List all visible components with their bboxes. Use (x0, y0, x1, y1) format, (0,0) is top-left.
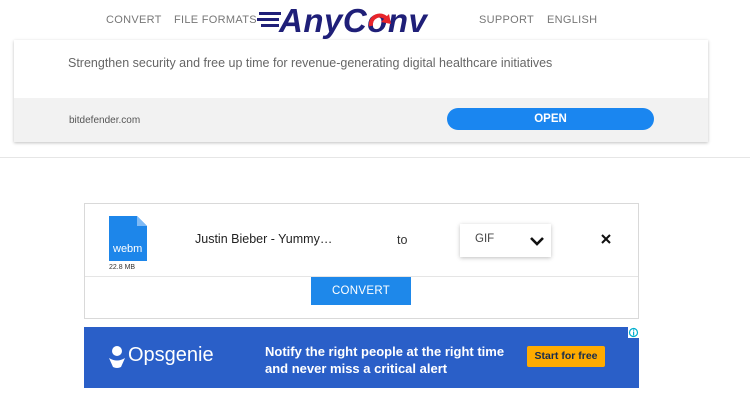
file-name: Justin Bieber - Yummy… (195, 232, 333, 246)
top-nav: CONVERT FILE FORMATS AnyConv SUPPORT ENG… (0, 0, 750, 42)
opsgenie-ad-text: Notify the right people at the right tim… (265, 344, 505, 376)
ad-open-button[interactable]: OPEN (447, 108, 654, 130)
close-icon[interactable] (600, 233, 612, 245)
nav-support-link[interactable]: SUPPORT (479, 14, 534, 26)
opsgenie-ad[interactable]: Opsgenie Notify the right people at the … (84, 327, 639, 388)
file-webm-icon: webm (109, 216, 147, 261)
adchoices-icon[interactable] (628, 327, 639, 338)
logo-arrow-icon (368, 13, 391, 27)
section-divider (0, 157, 750, 158)
opsgenie-brand: Opsgenie (128, 344, 214, 366)
opsgenie-logo-icon (109, 346, 125, 368)
nav-convert-link[interactable]: CONVERT (106, 14, 162, 26)
file-size: 22.8 MB (109, 264, 136, 271)
to-label: to (397, 233, 408, 247)
ad-headline: Strengthen security and free up time for… (68, 56, 553, 70)
format-select[interactable]: GIF (460, 224, 551, 257)
start-for-free-button[interactable]: Start for free (527, 346, 605, 367)
convert-button[interactable]: CONVERT (311, 277, 411, 305)
ad-domain: bitdefender.com (69, 115, 141, 126)
nav-language-link[interactable]: ENGLISH (547, 14, 597, 26)
bitdefender-ad[interactable]: Strengthen security and free up time for… (14, 40, 708, 142)
chevron-down-icon (530, 237, 544, 246)
logo-text-any: Any (279, 2, 343, 39)
converter-card: webm 22.8 MB Justin Bieber - Yummy… to G… (84, 203, 639, 319)
logo-text: AnyConv (265, 2, 427, 40)
nav-file-formats-link[interactable]: FILE FORMATS (174, 14, 257, 26)
anyconv-logo[interactable]: AnyConv (257, 2, 455, 40)
file-ext-label: webm (112, 243, 142, 255)
format-selected-value: GIF (475, 233, 495, 245)
ad-footer: bitdefender.com OPEN (14, 98, 708, 142)
